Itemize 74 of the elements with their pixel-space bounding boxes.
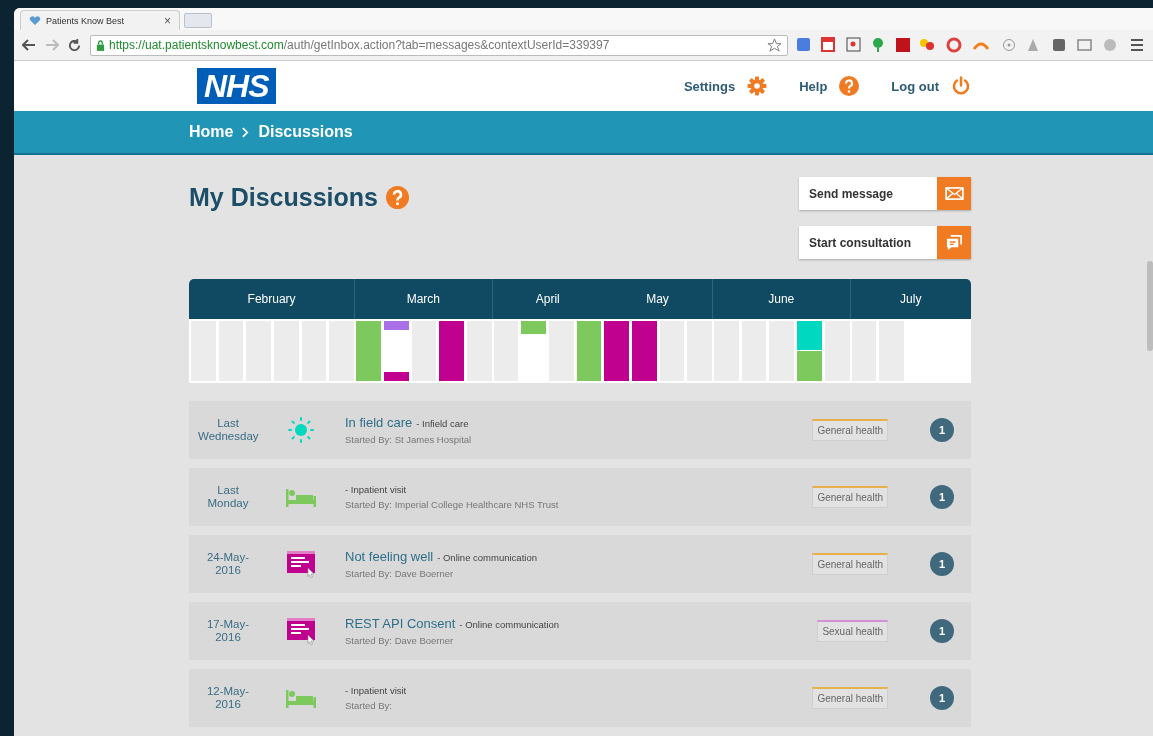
started-by-text: Started By: Dave Boerner	[345, 635, 455, 646]
browser-tab[interactable]: Patients Know Best ×	[20, 10, 180, 30]
message-count-badge: 1	[930, 552, 954, 576]
discussion-type: - Inpatient visit	[345, 484, 407, 495]
discussion-date: Last Monday	[206, 484, 250, 510]
message-count-badge: 1	[930, 619, 954, 643]
month-label: May	[646, 292, 669, 306]
scrollbar[interactable]	[1147, 261, 1153, 351]
action-button[interactable]: Start consultation	[799, 226, 971, 259]
discussion-date: 24-May-2016	[205, 551, 251, 577]
discussion-row[interactable]: Last Wednesday In field care - Infield care Started By: St James Hospital General health 1	[189, 401, 971, 459]
back-icon[interactable]	[22, 39, 36, 51]
month-label: February	[247, 292, 296, 306]
discussion-row[interactable]: Last Monday - Inpatient visit Started By: Imperial College Healthcare NHS Trust General health 1	[189, 468, 971, 526]
header-link[interactable]: Settings	[683, 76, 768, 96]
chevron-icon	[242, 126, 250, 138]
tab-title: Patients Know Best	[46, 15, 126, 26]
discussion-date: Last Wednesday	[198, 417, 258, 443]
discussion-type: - Online communication	[437, 552, 537, 563]
envelope-icon	[944, 187, 964, 200]
category-tag: General health	[812, 486, 888, 508]
tab-close-button[interactable]: ×	[164, 13, 171, 28]
new-tab-button[interactable]	[184, 13, 212, 28]
category-tag: General health	[812, 419, 888, 441]
lock-icon	[96, 39, 105, 51]
discussion-title[interactable]: Not feeling well	[345, 549, 434, 564]
bed-icon	[286, 688, 316, 708]
started-by-text: Started By:	[345, 700, 393, 711]
power-icon	[951, 76, 971, 96]
bed-icon	[286, 487, 316, 507]
month-label: April	[535, 292, 560, 306]
url-text: https://uat.patientsknowbest.com/auth/getInbox.action?tab=messages&contextUserId=339397	[109, 38, 611, 52]
nhs-logo[interactable]: NHS	[197, 68, 276, 104]
discussion-title[interactable]: REST API Consent	[345, 616, 456, 631]
message-count-badge: 1	[930, 418, 954, 442]
action-button[interactable]: Send message	[799, 177, 971, 210]
discussion-date: 17-May-2016	[205, 618, 251, 644]
discussion-type: - Infield care	[416, 418, 469, 429]
help-icon	[839, 76, 860, 96]
discussion-title[interactable]: In field care	[345, 415, 413, 430]
started-by-text: Started By: Dave Boerner	[345, 568, 455, 579]
forward-icon[interactable]	[45, 39, 59, 51]
discussion-row[interactable]: 12-May-2016 - Inpatient visit Started By: General health 1	[189, 669, 971, 727]
timeline-event[interactable]	[383, 321, 409, 330]
message-count-badge: 1	[930, 686, 954, 710]
header-link[interactable]: Log out	[891, 76, 971, 96]
message-count-badge: 1	[930, 485, 954, 509]
discussion-date: 12-May-2016	[205, 685, 251, 711]
discussion-row[interactable]: 17-May-2016 REST API Consent - Online communication Started By: Dave Boerner Sexual health 1	[189, 602, 971, 660]
header-link[interactable]: Help	[799, 76, 860, 96]
heart-icon	[29, 15, 41, 26]
page-title: My Discussions	[189, 183, 378, 212]
month-label: July	[900, 292, 922, 306]
category-tag: General health	[812, 553, 888, 575]
reload-icon[interactable]	[68, 38, 81, 52]
discussion-row[interactable]: 24-May-2016 Not feeling well - Online communication Started By: Dave Boerner General health 1	[189, 535, 971, 593]
sun-icon	[288, 417, 314, 443]
help-icon[interactable]	[385, 186, 409, 209]
started-by-text: Started By: Imperial College Healthcare NHS Trust	[345, 499, 560, 510]
discussion-type: - Inpatient visit	[345, 685, 407, 696]
started-by-text: Started By: St James Hospital	[345, 434, 473, 445]
star-icon[interactable]	[767, 37, 782, 53]
form-icon	[286, 617, 316, 645]
discussion-type: - Online communication	[459, 619, 560, 630]
month-label: March	[406, 292, 440, 306]
timeline-event[interactable]	[383, 372, 409, 381]
address-bar[interactable]: https://uat.patientsknowbest.com/auth/getInbox.action?tab=messages&contextUserId=339397	[90, 34, 788, 56]
timeline-column[interactable]	[383, 321, 409, 381]
month-label: June	[768, 292, 795, 306]
settings-icon	[747, 76, 768, 96]
form-icon	[286, 550, 316, 578]
category-tag: Sexual health	[817, 620, 888, 642]
category-tag: General health	[812, 687, 888, 709]
chat-icon	[944, 234, 964, 251]
